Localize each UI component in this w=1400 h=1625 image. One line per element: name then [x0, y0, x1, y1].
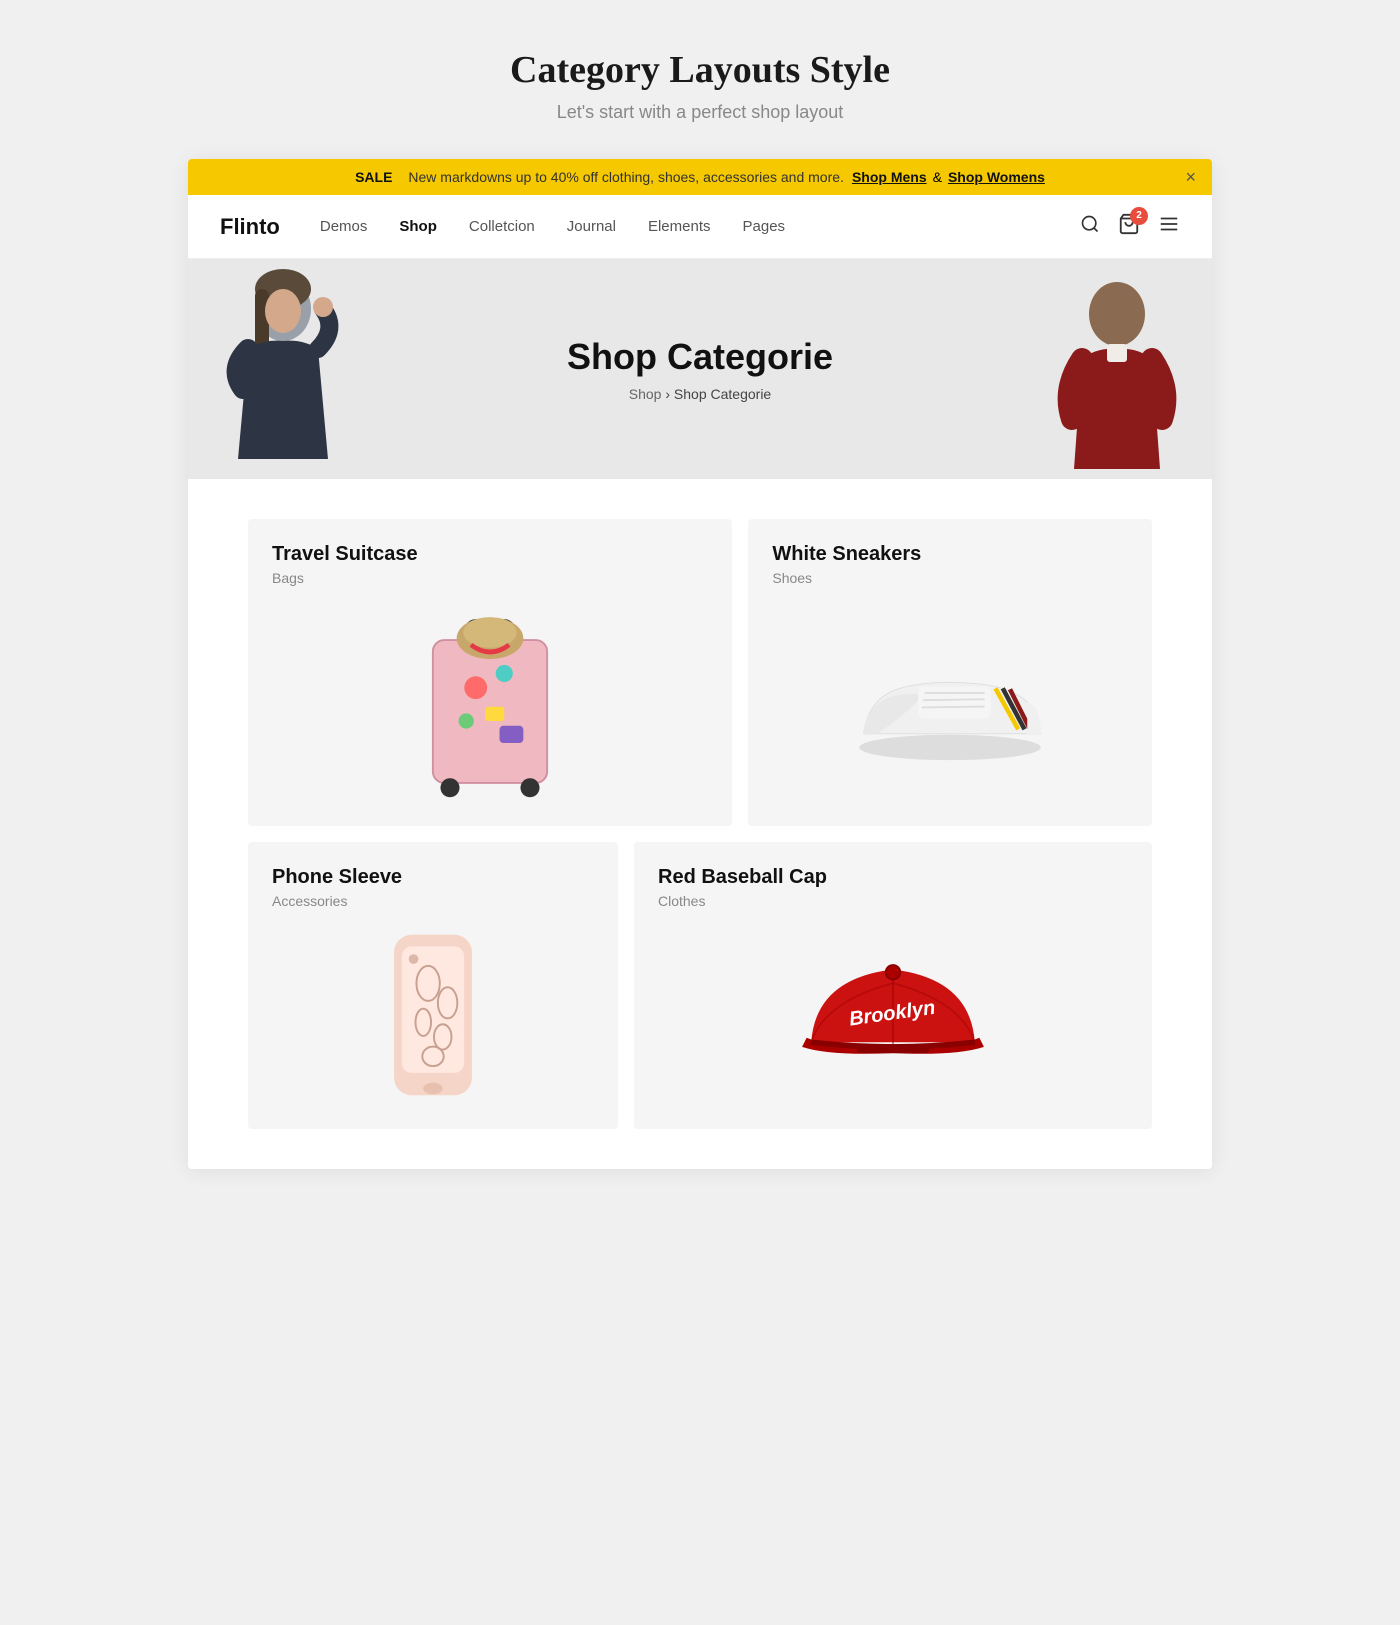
- category-sub-2: Accessories: [272, 893, 594, 909]
- phone-image-container: [272, 925, 594, 1105]
- baseball-cap-icon: Brooklyn: [793, 940, 993, 1090]
- category-sub-3: Clothes: [658, 893, 1128, 909]
- site-logo[interactable]: Flinto: [220, 214, 280, 240]
- hamburger-icon: [1158, 213, 1180, 235]
- phone-sleeve-icon: [383, 925, 483, 1105]
- nav-icons: 2: [1080, 213, 1180, 241]
- category-card-white-sneakers[interactable]: White Sneakers Shoes: [748, 519, 1152, 826]
- cap-image-container: Brooklyn: [658, 925, 1128, 1105]
- page-subtitle: Let's start with a perfect shop layout: [208, 102, 1192, 123]
- suitcase-image-container: [272, 602, 708, 802]
- menu-button[interactable]: [1158, 213, 1180, 241]
- nav-item-demos[interactable]: Demos: [320, 218, 368, 236]
- category-grid-row1: Travel Suitcase Bags: [248, 519, 1152, 826]
- ampersand: &: [933, 169, 942, 185]
- nav-item-shop[interactable]: Shop: [399, 218, 437, 236]
- hero-person-left-figure: [208, 259, 358, 479]
- cart-button[interactable]: 2: [1118, 213, 1140, 241]
- nav-links: Demos Shop Colletcion Journal Elements P…: [320, 218, 1080, 236]
- breadcrumb: Shop › Shop Categorie: [629, 386, 771, 402]
- announcement-close-button[interactable]: ×: [1185, 168, 1196, 186]
- search-button[interactable]: [1080, 214, 1100, 240]
- category-card-phone-sleeve[interactable]: Phone Sleeve Accessories: [248, 842, 618, 1129]
- main-content: Travel Suitcase Bags: [188, 479, 1212, 1169]
- category-title-1: White Sneakers: [772, 543, 1128, 566]
- breadcrumb-current: Shop Categorie: [674, 386, 771, 402]
- category-card-travel-suitcase[interactable]: Travel Suitcase Bags: [248, 519, 732, 826]
- breadcrumb-home-link[interactable]: Shop: [629, 386, 662, 402]
- nav-item-elements[interactable]: Elements: [648, 218, 711, 236]
- page-title: Category Layouts Style: [208, 48, 1192, 92]
- announcement-message: New markdowns up to 40% off clothing, sh…: [408, 169, 844, 185]
- category-sub-0: Bags: [272, 570, 708, 586]
- sneaker-image-container: [772, 602, 1128, 802]
- announcement-bar: SALE New markdowns up to 40% off clothin…: [188, 159, 1212, 195]
- cart-count: 2: [1130, 207, 1148, 225]
- page-header: Category Layouts Style Let's start with …: [188, 0, 1212, 159]
- hero-banner: Shop Categorie Shop › Shop Categorie: [188, 259, 1212, 479]
- suitcase-icon: [410, 602, 570, 802]
- category-title-3: Red Baseball Cap: [658, 866, 1128, 889]
- sneaker-icon: [850, 642, 1050, 762]
- shop-mens-link[interactable]: Shop Mens: [852, 169, 927, 185]
- category-grid-row2: Phone Sleeve Accessories: [248, 842, 1152, 1129]
- breadcrumb-separator: ›: [665, 386, 674, 402]
- navbar: Flinto Demos Shop Colletcion Journal Ele…: [188, 195, 1212, 259]
- shop-womens-link[interactable]: Shop Womens: [948, 169, 1045, 185]
- nav-item-journal[interactable]: Journal: [567, 218, 616, 236]
- search-icon: [1080, 214, 1100, 234]
- sale-badge: SALE: [355, 169, 392, 185]
- nav-item-collection[interactable]: Colletcion: [469, 218, 535, 236]
- hero-person-right-figure: [1052, 269, 1182, 479]
- hero-title: Shop Categorie: [567, 336, 833, 378]
- announcement-links: Shop Mens & Shop Womens: [852, 169, 1045, 185]
- category-title-2: Phone Sleeve: [272, 866, 594, 889]
- category-sub-1: Shoes: [772, 570, 1128, 586]
- category-title-0: Travel Suitcase: [272, 543, 708, 566]
- category-card-red-baseball-cap[interactable]: Red Baseball Cap Clothes: [634, 842, 1152, 1129]
- nav-item-pages[interactable]: Pages: [743, 218, 786, 236]
